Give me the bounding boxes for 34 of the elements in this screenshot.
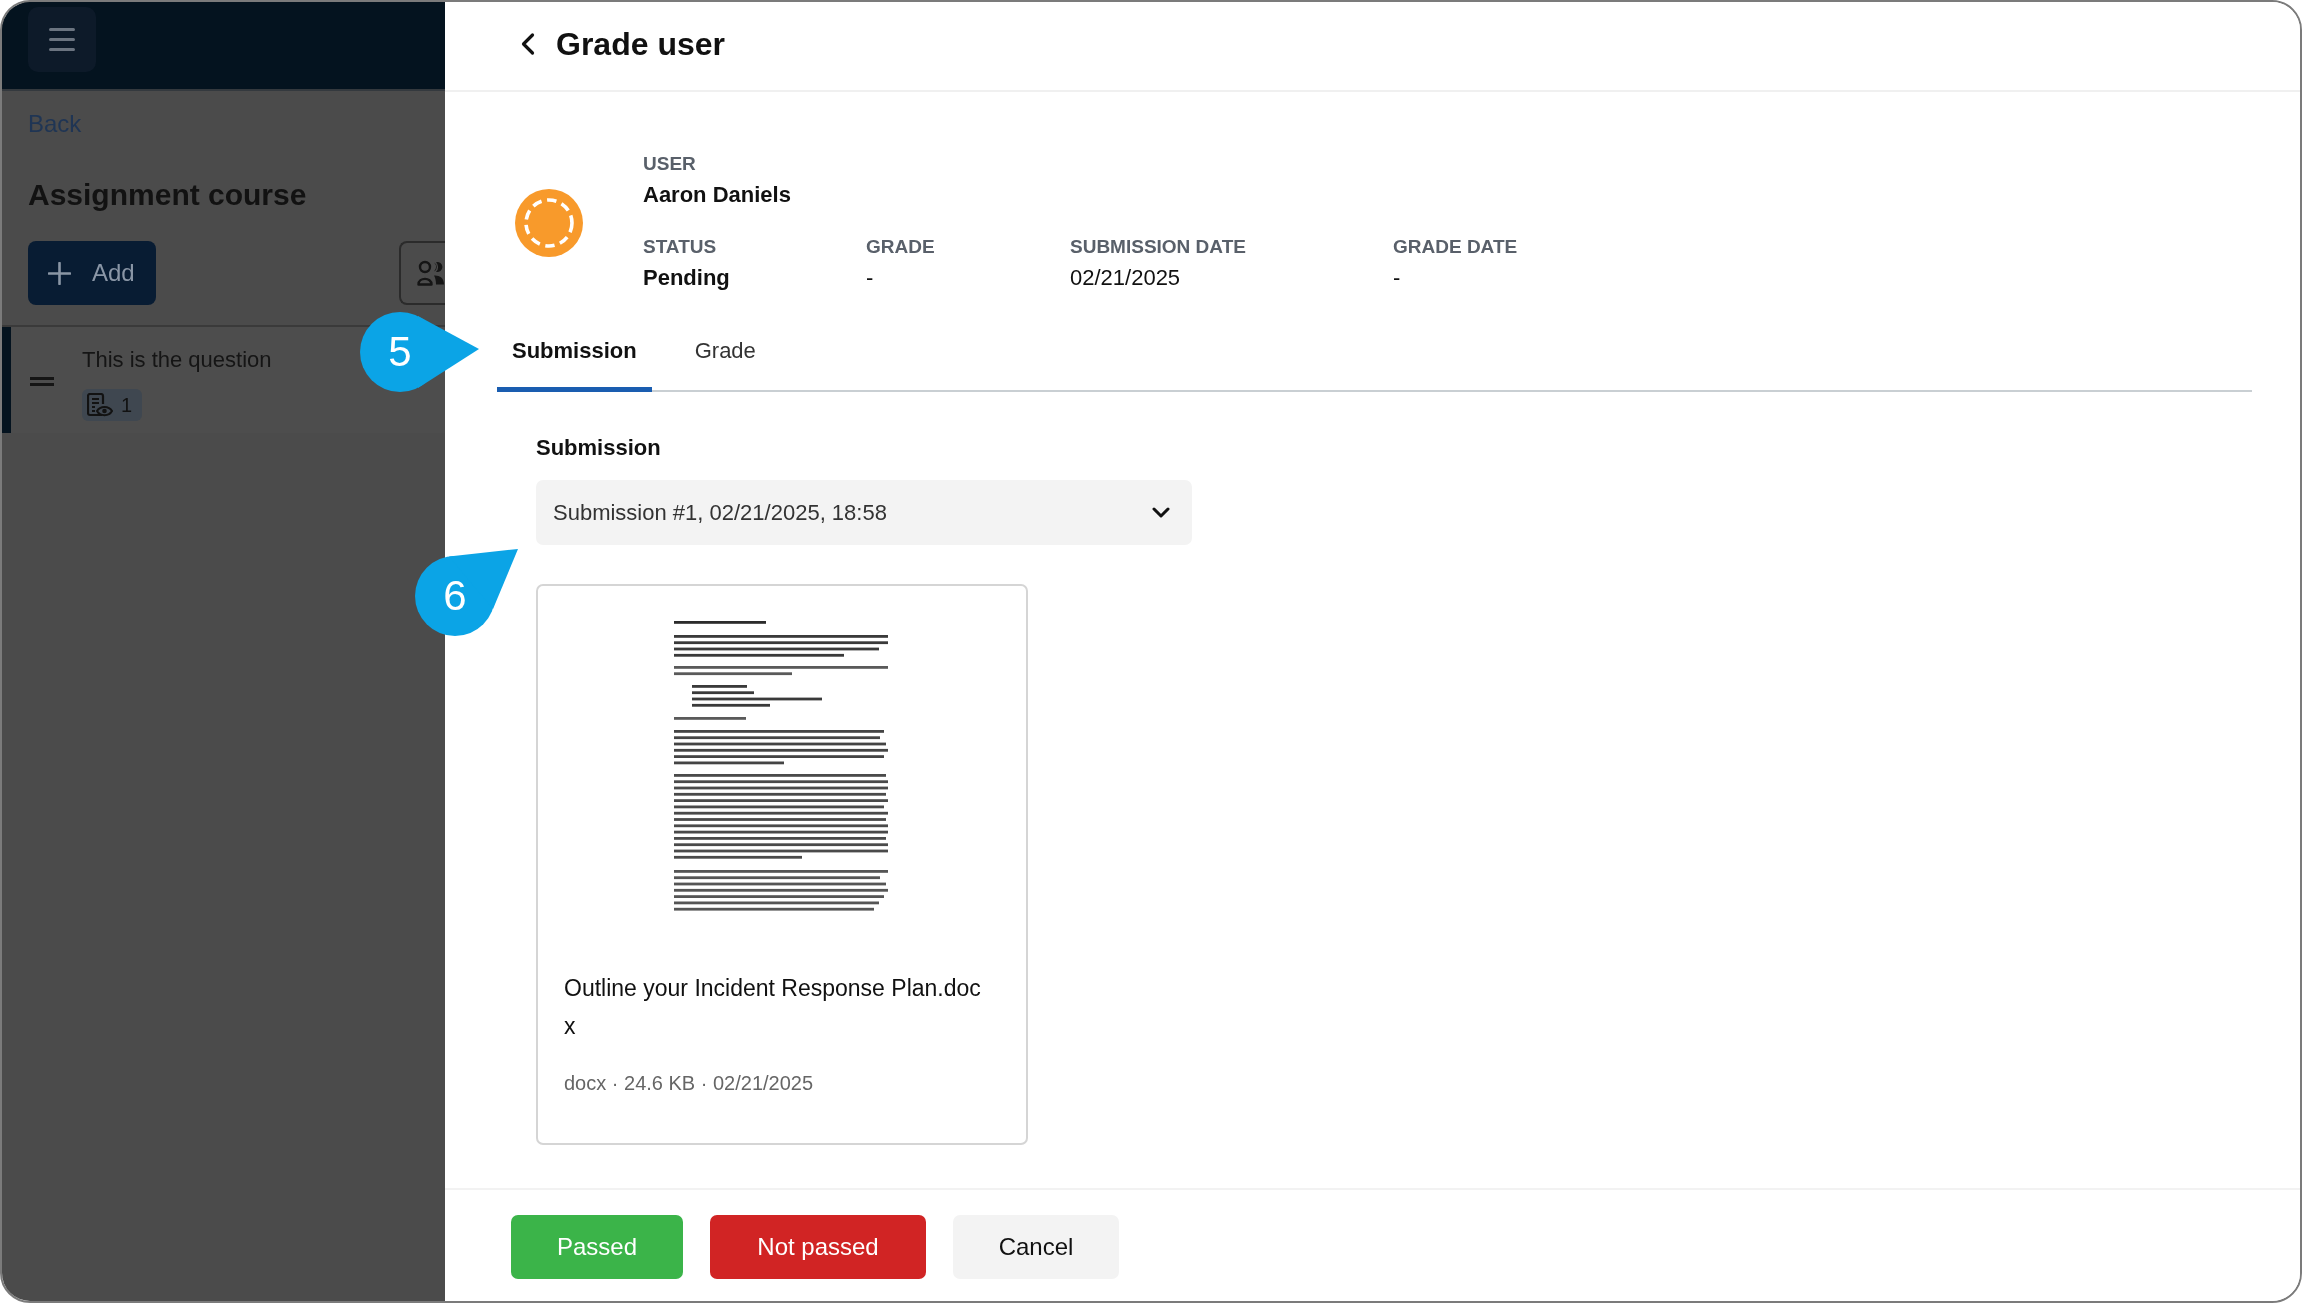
file-meta: docx · 24.6 KB · 02/21/2025 xyxy=(564,1071,815,1096)
tab[interactable]: Submission xyxy=(497,310,652,392)
section-label: Submission xyxy=(536,434,661,462)
back-icon[interactable] xyxy=(520,32,536,56)
tab[interactable]: Grade xyxy=(679,310,771,392)
drag-handle-icon[interactable] xyxy=(30,377,54,386)
user-name: Aaron Daniels xyxy=(643,181,791,209)
field-label: GRADE DATE xyxy=(1393,235,1518,259)
cancel-button[interactable]: Cancel xyxy=(953,1215,1119,1279)
document-eye-icon xyxy=(87,393,113,417)
avatar-icon xyxy=(515,188,583,257)
menu-button[interactable] xyxy=(28,7,96,72)
panel-title: Grade user xyxy=(556,25,725,63)
field-label: GRADE xyxy=(866,235,935,259)
step-callout: 5 xyxy=(360,312,480,392)
people-icon xyxy=(417,260,444,286)
field-value: - xyxy=(1393,264,1401,292)
field-value: - xyxy=(866,264,874,292)
file-card[interactable]: Outline your Incident Response Plan.docx docx · 24.6 KB · 02/21/2025 xyxy=(536,584,1028,1145)
view-count: 1 xyxy=(121,393,133,417)
file-name: Outline your Incident Response Plan.docx xyxy=(564,974,982,1041)
field-value: Pending xyxy=(643,264,730,292)
submission-dropdown[interactable]: Submission #1, 02/21/2025, 18:58 xyxy=(536,480,1192,545)
not-passed-button[interactable]: Not passed xyxy=(710,1215,926,1279)
add-button[interactable]: Add xyxy=(28,241,156,305)
course-title: Assignment course xyxy=(28,177,307,213)
question-title: This is the question xyxy=(82,346,272,374)
field-label: SUBMISSION DATE xyxy=(1070,235,1246,259)
field-label: USER xyxy=(643,152,696,176)
field-value: 02/21/2025 xyxy=(1070,264,1181,292)
chevron-down-icon xyxy=(1152,507,1170,518)
field-label: STATUS xyxy=(643,235,717,259)
plus-icon xyxy=(48,261,71,285)
menu-icon xyxy=(49,28,75,51)
